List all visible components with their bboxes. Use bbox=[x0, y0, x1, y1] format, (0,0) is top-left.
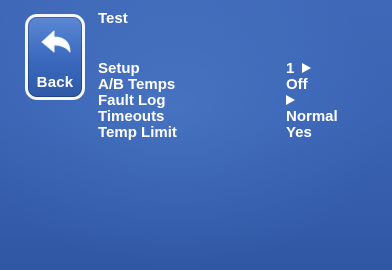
menu-list: Setup 1 A/B Temps Off Fault Log Timeouts… bbox=[98, 61, 368, 141]
screen-title: Test bbox=[98, 10, 128, 27]
menu-item-value: Off bbox=[286, 76, 308, 93]
triangle-right-icon bbox=[286, 95, 295, 106]
back-arrow-icon bbox=[41, 30, 71, 53]
menu-item-value: Normal bbox=[286, 108, 338, 125]
menu-item-label: Fault Log bbox=[98, 92, 166, 109]
menu-item-temp-limit[interactable]: Temp Limit Yes bbox=[98, 125, 368, 141]
back-label: Back bbox=[36, 74, 74, 91]
menu-item-fault-log[interactable]: Fault Log bbox=[98, 93, 368, 109]
menu-item-label: Timeouts bbox=[98, 108, 165, 125]
menu-item-ab-temps[interactable]: A/B Temps Off bbox=[98, 77, 368, 93]
menu-item-value: Yes bbox=[286, 124, 312, 141]
menu-item-value: 1 bbox=[286, 60, 312, 77]
menu-item-label: A/B Temps bbox=[98, 76, 176, 93]
menu-item-value-text: 1 bbox=[286, 60, 295, 77]
menu-item-setup[interactable]: Setup 1 bbox=[98, 61, 368, 77]
menu-item-value bbox=[286, 93, 295, 109]
menu-item-label: Setup bbox=[98, 60, 140, 77]
triangle-right-icon bbox=[302, 63, 312, 74]
controller-screen: Back Test Setup 1 A/B Temps Off Fault Lo… bbox=[0, 0, 392, 270]
menu-item-timeouts[interactable]: Timeouts Normal bbox=[98, 109, 368, 125]
menu-item-label: Temp Limit bbox=[98, 124, 177, 141]
back-button[interactable]: Back bbox=[25, 14, 85, 100]
